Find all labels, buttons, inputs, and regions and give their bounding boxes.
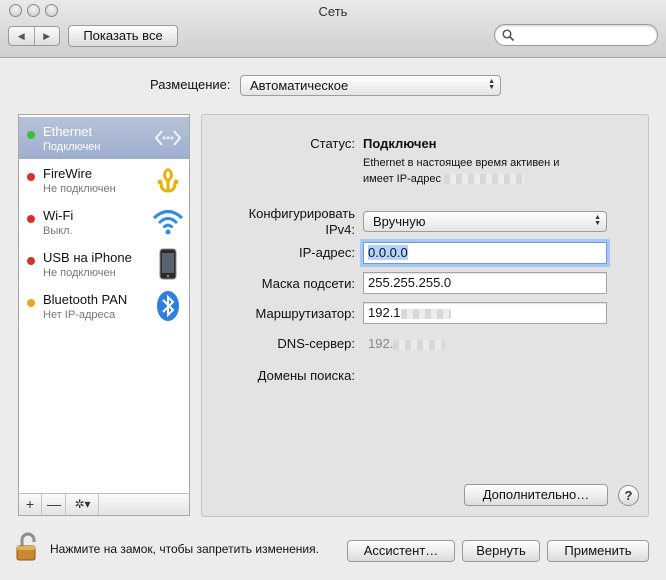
- iphone-icon: [159, 248, 177, 280]
- ip-address-field[interactable]: 0.0.0.0: [363, 242, 607, 264]
- subnet-mask-label: Маска подсети:: [261, 276, 355, 291]
- remove-service-button[interactable]: —: [43, 494, 66, 515]
- status-dot: [27, 299, 35, 307]
- assistant-button[interactable]: Ассистент…: [347, 540, 455, 562]
- service-name: FireWire: [43, 166, 93, 181]
- status-label: Статус:: [310, 136, 355, 151]
- search-domains-label: Домены поиска:: [257, 368, 355, 383]
- configure-ipv4-value: Вручную: [373, 214, 426, 229]
- lock-hint-text: Нажмите на замок, чтобы запретить измене…: [50, 542, 319, 556]
- back-button[interactable]: ◀: [9, 27, 35, 45]
- status-dot: [27, 131, 35, 139]
- router-label: Маршрутизатор:: [255, 306, 355, 321]
- search-icon: [502, 29, 515, 42]
- help-button[interactable]: ?: [618, 485, 639, 506]
- back-forward-control: ◀ ▶: [8, 26, 60, 46]
- ethernet-icon: [154, 130, 182, 146]
- configure-ipv4-label: Конфигурировать IPv4:: [210, 206, 355, 238]
- service-item-firewire[interactable]: FireWire Не подключен: [19, 159, 189, 201]
- router-field[interactable]: 192.1: [363, 302, 607, 324]
- service-name: USB на iPhone: [43, 250, 132, 265]
- network-preferences-window: Сеть ◀ ▶ Показать все Размещение: Автома…: [0, 0, 666, 580]
- redacted-router: [400, 308, 451, 319]
- window-title: Сеть: [318, 4, 348, 19]
- service-item-usb-iphone[interactable]: USB на iPhone Не подключен: [19, 243, 189, 285]
- service-list: Ethernet Подключен FireWire Не подключен…: [18, 114, 190, 516]
- status-dot: [27, 215, 35, 223]
- service-list-toolbar: + — ✲▾: [19, 493, 189, 515]
- status-description-line1: Ethernet в настоящее время активен и: [363, 157, 560, 169]
- bluetooth-icon: [157, 291, 179, 321]
- advanced-button[interactable]: Дополнительно…: [464, 484, 608, 506]
- service-status: Подключен: [43, 141, 101, 153]
- dns-server-value: 192.: [368, 336, 446, 351]
- location-label: Размещение:: [150, 77, 231, 92]
- revert-button[interactable]: Вернуть: [462, 540, 540, 562]
- status-dot: [27, 257, 35, 265]
- service-status: Не подключен: [43, 267, 116, 279]
- search-field[interactable]: [494, 24, 658, 46]
- updown-arrows-icon: ▲ ▼: [488, 78, 495, 91]
- status-description-line2: имеет IP-адрес: [363, 173, 441, 185]
- service-status: Не подключен: [43, 183, 116, 195]
- show-all-button[interactable]: Показать все: [68, 25, 178, 47]
- status-value: Подключен: [363, 136, 437, 151]
- add-service-button[interactable]: +: [19, 494, 42, 515]
- subnet-mask-field[interactable]: 255.255.255.0: [363, 272, 607, 294]
- toolbar: Сеть ◀ ▶ Показать все: [0, 0, 666, 58]
- service-action-menu-button[interactable]: ✲▾: [67, 494, 99, 515]
- service-item-ethernet[interactable]: Ethernet Подключен: [19, 117, 189, 159]
- status-description: Ethernet в настоящее время активен и име…: [363, 155, 603, 187]
- apply-button[interactable]: Применить: [547, 540, 649, 562]
- forward-button[interactable]: ▶: [35, 27, 60, 45]
- service-item-wifi[interactable]: Wi-Fi Выкл.: [19, 201, 189, 243]
- service-status: Выкл.: [43, 225, 73, 237]
- ip-address-value: 0.0.0.0: [368, 245, 408, 260]
- configure-ipv4-label-line1: Конфигурировать: [248, 206, 355, 221]
- firewire-icon: [157, 167, 179, 193]
- configure-ipv4-label-line2: IPv4:: [325, 222, 355, 237]
- updown-arrows-icon: ▲ ▼: [594, 214, 601, 227]
- service-name: Bluetooth PAN: [43, 292, 128, 307]
- location-popup[interactable]: Автоматическое ▲ ▼: [240, 75, 501, 96]
- location-value: Автоматическое: [250, 78, 349, 93]
- router-value: 192.1: [368, 305, 401, 320]
- lock-icon[interactable]: [14, 532, 42, 562]
- subnet-mask-value: 255.255.255.0: [368, 275, 452, 290]
- service-status: Нет IP-адреса: [43, 309, 116, 321]
- service-name: Ethernet: [43, 124, 93, 139]
- ip-address-label: IP-адрес:: [299, 245, 355, 260]
- configure-ipv4-popup[interactable]: Вручную ▲ ▼: [363, 211, 607, 232]
- dns-server-label: DNS-сервер:: [277, 336, 355, 351]
- redacted-dns: [393, 339, 446, 350]
- redacted-ip: [444, 174, 525, 185]
- dns-server-text: 192.: [368, 336, 394, 351]
- status-dot: [27, 173, 35, 181]
- service-name: Wi-Fi: [43, 208, 74, 223]
- wifi-icon: [152, 210, 184, 235]
- service-item-bluetooth-pan[interactable]: Bluetooth PAN Нет IP-адреса: [19, 285, 189, 327]
